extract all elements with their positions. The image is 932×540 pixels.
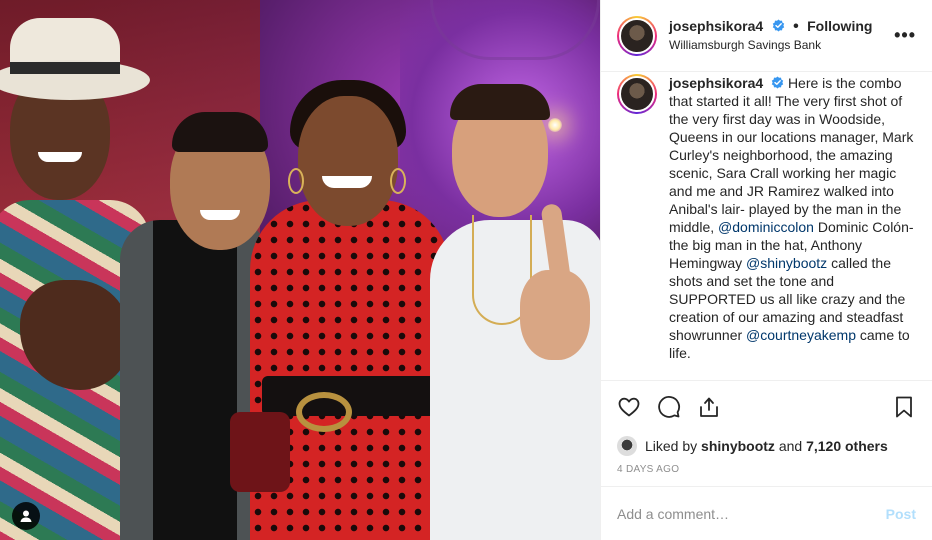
- mention-link[interactable]: @dominiccolon: [718, 219, 814, 235]
- post-date[interactable]: 4 DAYS AGO: [601, 460, 932, 486]
- more-options-icon[interactable]: •••: [894, 25, 916, 46]
- comment-box: Post: [601, 486, 932, 540]
- wall-lamp: [548, 118, 562, 132]
- follow-status-button[interactable]: Following: [807, 18, 872, 34]
- liker-avatar[interactable]: [617, 436, 637, 456]
- post-photo[interactable]: [0, 0, 600, 540]
- location-link[interactable]: Williamsburgh Savings Bank: [669, 36, 894, 54]
- post-comment-button[interactable]: Post: [886, 506, 916, 522]
- mention-link[interactable]: @courtneyakemp: [746, 327, 856, 343]
- share-icon[interactable]: [695, 393, 723, 421]
- caption-text: josephsikora4 Here is the combo that sta…: [669, 74, 916, 380]
- user-tag-icon[interactable]: [12, 502, 40, 530]
- verified-badge-icon: [772, 19, 784, 32]
- comment-icon[interactable]: [655, 393, 683, 421]
- action-bar: [601, 380, 932, 432]
- bookmark-icon[interactable]: [890, 393, 918, 421]
- header-meta: josephsikora4 • Following Williamsburgh …: [669, 17, 894, 54]
- post-header: josephsikora4 • Following Williamsburgh …: [601, 0, 932, 72]
- caption-avatar[interactable]: [617, 74, 657, 114]
- post-sidebar: josephsikora4 • Following Williamsburgh …: [600, 0, 932, 540]
- likes-prefix: Liked by: [645, 438, 698, 454]
- author-avatar[interactable]: [617, 15, 657, 56]
- likes-connector: and: [774, 438, 807, 454]
- author-username[interactable]: josephsikora4: [669, 18, 763, 34]
- caption: josephsikora4 Here is the combo that sta…: [601, 72, 932, 380]
- caption-username[interactable]: josephsikora4: [669, 75, 763, 91]
- liker-username[interactable]: shinybootz: [701, 438, 775, 454]
- mention-link[interactable]: @shinybootz: [746, 255, 827, 271]
- caption-body-1: Here is the combo that started it all! T…: [669, 75, 914, 235]
- comment-input[interactable]: [617, 505, 886, 522]
- separator-dot: •: [793, 18, 799, 35]
- likes-count[interactable]: 7,120 others: [806, 438, 888, 454]
- verified-badge-icon: [771, 76, 784, 89]
- likes-summary: Liked by shinybootz and 7,120 others: [601, 432, 932, 460]
- heart-icon[interactable]: [615, 393, 643, 421]
- instagram-post: josephsikora4 • Following Williamsburgh …: [0, 0, 932, 540]
